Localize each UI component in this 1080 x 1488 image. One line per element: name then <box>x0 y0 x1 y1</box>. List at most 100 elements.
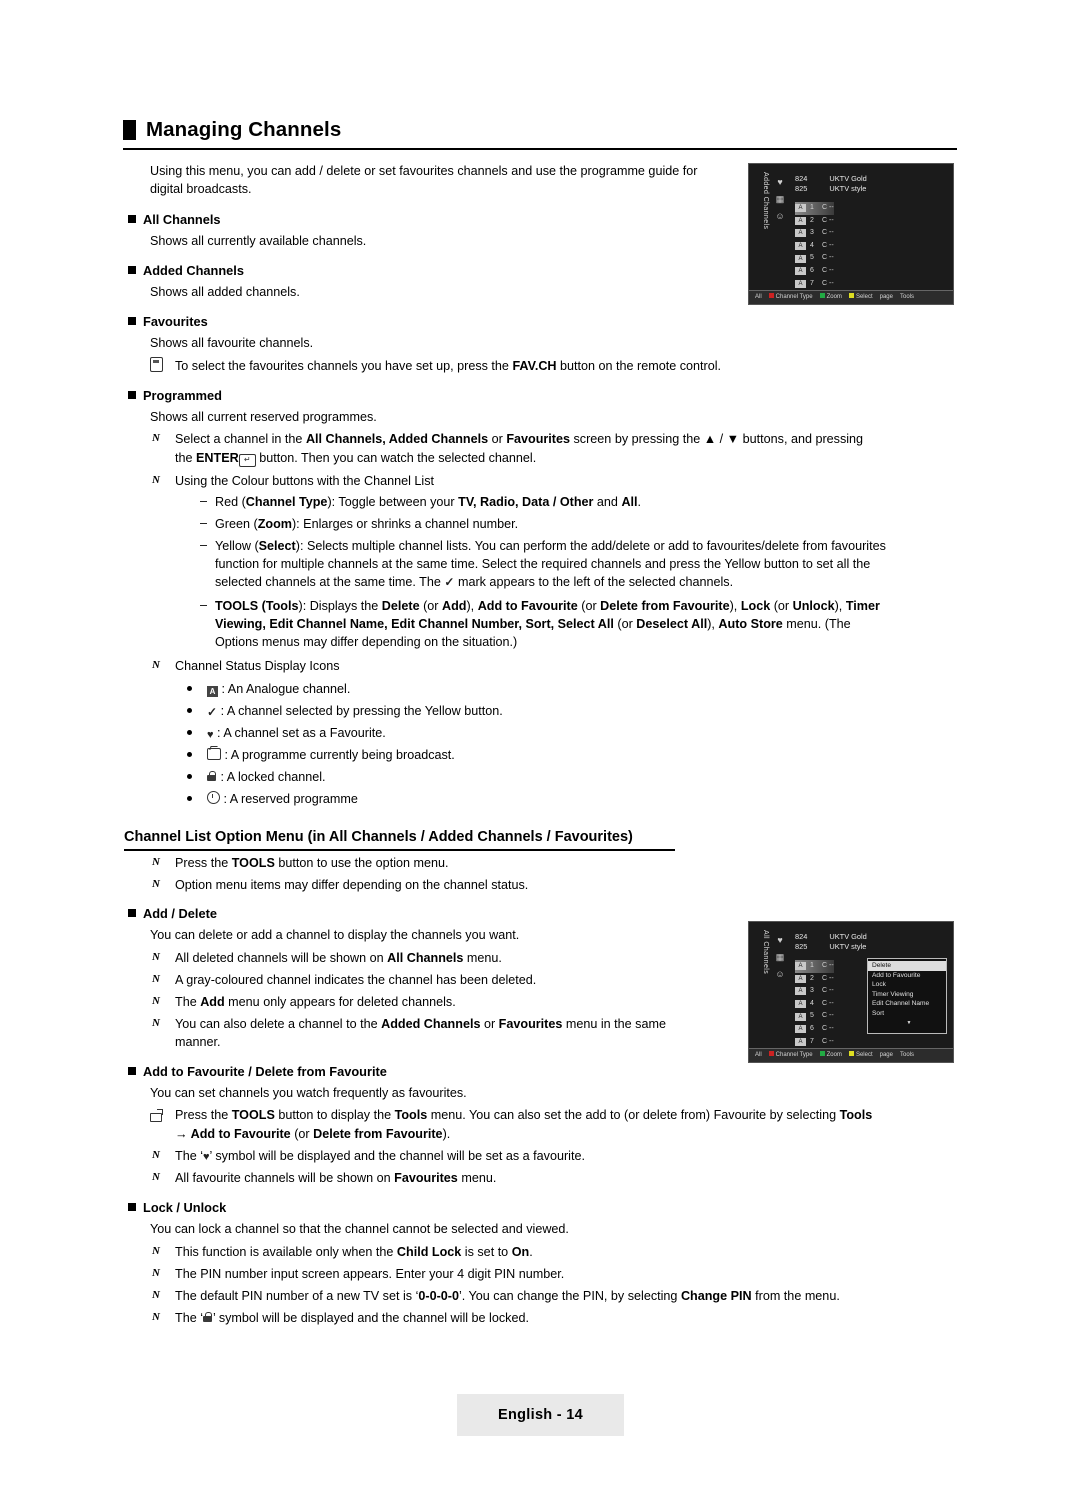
tv-channel-row[interactable]: A3 C -- <box>795 985 834 998</box>
tools-menu-item[interactable]: Edit Channel Name <box>868 999 946 1009</box>
t: Tools <box>394 1108 428 1122</box>
tv-row-name: UKTV Gold <box>829 932 867 941</box>
manual-page: Managing Channels Using this menu, you c… <box>0 0 1080 1488</box>
t: Child Lock <box>396 1245 462 1259</box>
channel-name: C -- <box>822 254 834 262</box>
tools-menu-item[interactable]: Lock <box>868 980 946 990</box>
page-footer: English - 14 <box>457 1394 624 1436</box>
tv-channel-row[interactable]: A1 C -- <box>795 202 834 215</box>
t: Tools <box>839 1108 873 1122</box>
t: mark appears to the left of the selected… <box>454 575 734 589</box>
t: button to use the option menu. <box>274 856 449 870</box>
t: Press the <box>175 856 232 870</box>
t: Red ( <box>215 495 246 509</box>
tv-channel-row[interactable]: A1 C -- <box>795 960 834 973</box>
tv-channel-row[interactable]: A2 C -- <box>795 973 834 986</box>
option-menu-divider <box>124 849 675 851</box>
tools-menu-item[interactable]: Timer Viewing <box>868 990 946 1000</box>
t: This function is available only when the <box>175 1245 397 1259</box>
channel-name: C -- <box>822 974 834 982</box>
tools-menu-item[interactable]: Delete <box>868 961 946 971</box>
channel-type-badge: A <box>795 216 806 225</box>
t: On <box>511 1245 530 1259</box>
dash-bullet: – <box>200 598 208 612</box>
text-tools-button: TOOLS (Tools): Displays the Delete (or A… <box>215 598 975 616</box>
channel-type-badge: A <box>795 1037 806 1046</box>
tv-row-name: UKTV Gold <box>829 174 867 183</box>
t: ), <box>707 617 719 631</box>
text-add-delete-n4-l2: manner. <box>175 1035 221 1049</box>
tv-channel-list[interactable]: A1C -- A 2 C -- A 3 C -- A 4 C -- A 5 C -- A 6 C -- A 7 C … <box>795 960 834 1061</box>
channel-number: 3 <box>810 987 814 995</box>
t: Green ( <box>215 517 258 531</box>
tv-channel-row[interactable]: A4 C -- <box>795 998 834 1011</box>
channel-type-badge: A <box>795 962 806 971</box>
channel-type-badge: A <box>795 254 806 263</box>
t: ): Toggle between your <box>327 495 459 509</box>
t: Add <box>442 599 467 613</box>
channel-name: C -- <box>822 204 834 211</box>
tv-channel-row[interactable]: A2 C -- <box>795 215 834 228</box>
tv-channel-row[interactable]: A3 C -- <box>795 227 834 240</box>
heading-programmed: Programmed <box>128 388 222 403</box>
t: TOOLS <box>231 856 275 870</box>
channel-name: C -- <box>822 241 834 249</box>
channel-number: 7 <box>810 279 814 287</box>
tv-screenshot-added-channels: Added Channels ♥ ▦ ☺ 824 UKTV Gold 825 UKT… <box>748 163 954 305</box>
t: Select a channel in the <box>175 432 306 446</box>
t: Favourites <box>506 432 571 446</box>
t: (or <box>419 599 442 613</box>
colour-key-item: Channel Type <box>768 293 813 300</box>
t: The <box>175 995 201 1009</box>
chevron-down-icon[interactable]: ▼ <box>868 1019 946 1029</box>
t: selected channels at the same time. The <box>215 575 445 589</box>
channel-name: C -- <box>822 229 834 237</box>
channel-type-badge: A <box>795 279 806 288</box>
tools-menu-item[interactable]: Sort <box>868 1009 946 1019</box>
text-add-delete-n4: You can also delete a channel to the Add… <box>175 1016 735 1034</box>
tv-channel-row[interactable]: A4 C -- <box>795 240 834 253</box>
t: Press the <box>175 1108 232 1122</box>
t: → <box>175 1127 191 1141</box>
t: ’ symbol will be displayed and the chann… <box>209 1149 585 1163</box>
bullet-dot <box>187 796 192 801</box>
tv-channel-row[interactable]: A7 C -- <box>795 1036 834 1049</box>
channel-number: 2 <box>810 216 814 224</box>
tv-row-num: 825 <box>795 184 808 193</box>
t: (or <box>770 599 793 613</box>
tools-icon <box>150 1108 163 1126</box>
note-marker-icon <box>152 1267 166 1280</box>
text-all-channels: Shows all currently available channels. <box>150 234 367 248</box>
tv-channel-row[interactable]: A5 C -- <box>795 1010 834 1023</box>
t: ), <box>466 599 478 613</box>
channel-name: C -- <box>822 962 834 969</box>
colour-key-item: Select <box>848 1051 873 1058</box>
bullet-dot <box>187 708 192 713</box>
tv-channel-list[interactable]: A1C -- A 2 C -- A 3 C -- A 4 C -- A 5 C -- A 6 C -- A 7 C … <box>795 202 834 303</box>
tv-colour-key-bar: All Channel Type Zoom Select page Tools <box>749 1048 953 1062</box>
tv-channel-row[interactable]: A5 C -- <box>795 252 834 265</box>
tv-channel-row[interactable]: A6 C -- <box>795 1023 834 1036</box>
page-title-text: Managing Channels <box>146 118 342 141</box>
text-add-delete-n3: The Add menu only appears for deleted ch… <box>175 994 735 1012</box>
t: TOOLS ( <box>215 599 266 613</box>
note-marker-icon <box>152 951 166 964</box>
tv-toprow-1: 824 UKTV Gold <box>795 174 867 184</box>
t: or <box>488 432 507 446</box>
text-programmed-note1-line2: the ENTER ↵ button. Then you can watch th… <box>175 450 965 468</box>
text-icon-selected: ✓ : A channel selected by pressing the Y… <box>207 703 807 722</box>
fav-ch-bold: FAV.CH <box>512 359 557 373</box>
text-add-fav-n1: The ‘♥’ symbol will be displayed and the… <box>175 1148 875 1166</box>
heading-added-channels: Added Channels <box>128 263 244 278</box>
t: screen by pressing the ▲ / ▼ buttons, an… <box>570 432 864 446</box>
tools-menu-item[interactable]: Add to Favourite <box>868 971 946 981</box>
heading-add-favourite: Add to Favourite / Delete from Favourite <box>128 1064 387 1079</box>
tv-channel-row[interactable]: A6 C -- <box>795 265 834 278</box>
text-status-icons-head: Channel Status Display Icons <box>175 659 340 673</box>
t: the <box>175 451 197 465</box>
tv-channel-row[interactable]: A7 C -- <box>795 278 834 291</box>
t: ), <box>729 599 741 613</box>
tv-tools-menu[interactable]: Delete Add to Favourite Lock Timer Viewing E… <box>867 958 947 1035</box>
t: ): Selects multiple channel lists. You c… <box>295 539 886 553</box>
clock-icon <box>207 791 220 804</box>
